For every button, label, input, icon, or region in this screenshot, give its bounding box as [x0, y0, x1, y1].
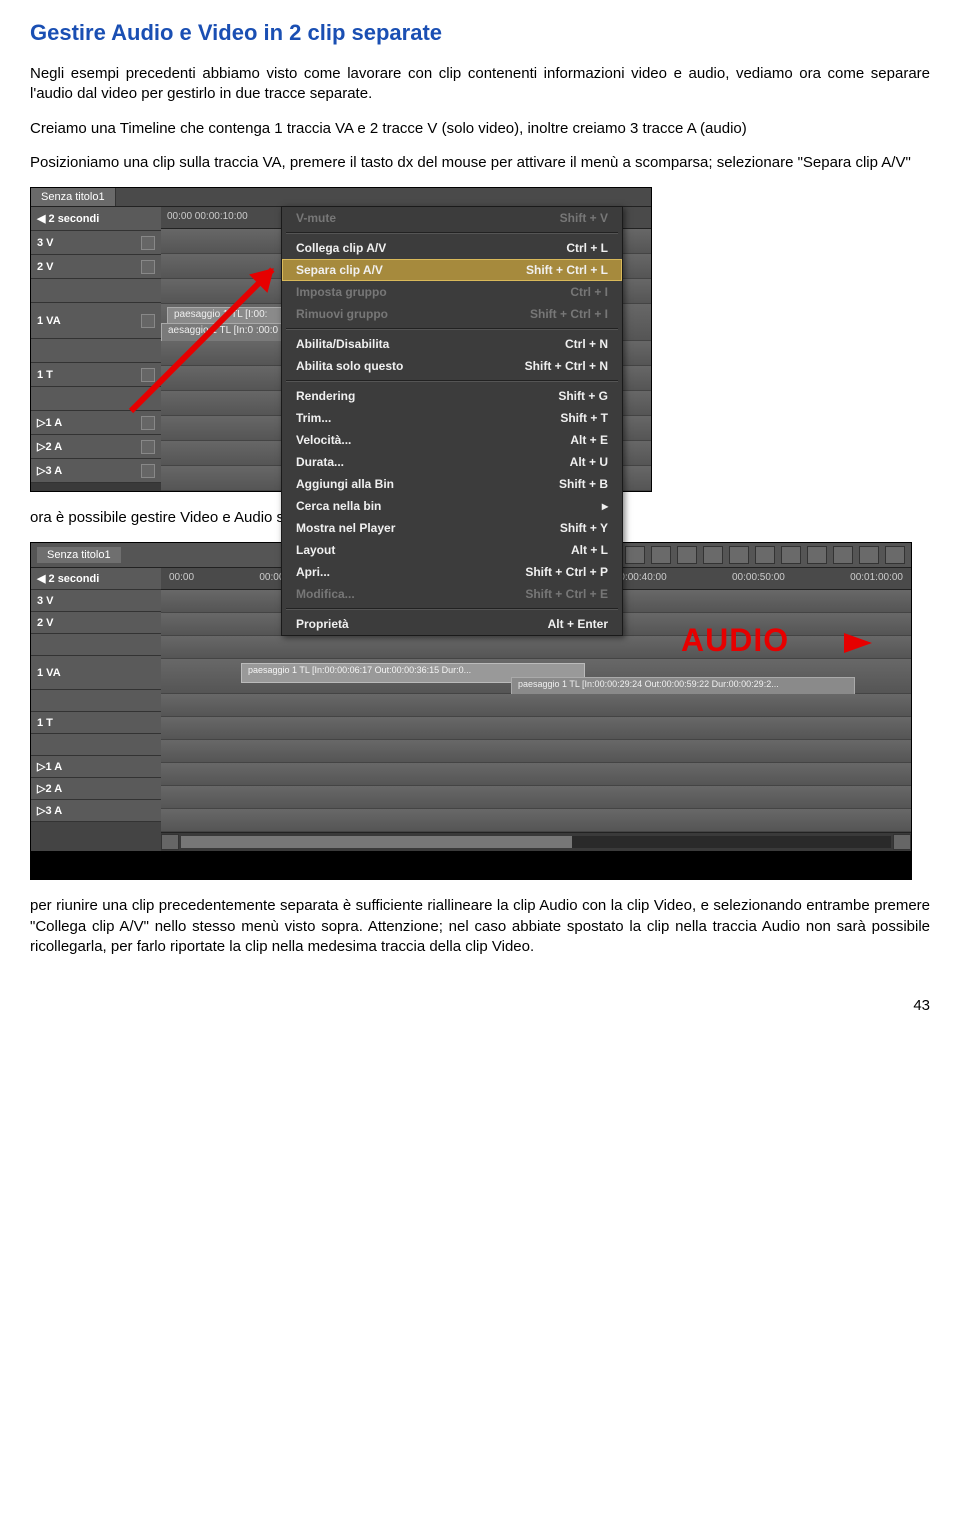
toolbar-button[interactable]: [625, 546, 645, 564]
toolbar-button[interactable]: [807, 546, 827, 564]
horizontal-scrollbar[interactable]: [161, 832, 911, 851]
scroll-thumb[interactable]: [181, 836, 572, 848]
menu-item-mostra-player[interactable]: Mostra nel PlayerShift + Y: [282, 517, 622, 539]
track-row[interactable]: [161, 636, 911, 659]
menu-separator: [286, 608, 618, 610]
paragraph-setup: Creiamo una Timeline che contenga 1 trac…: [30, 119, 930, 139]
track-header[interactable]: 2 V: [31, 255, 161, 279]
track-header[interactable]: [31, 690, 161, 712]
page-number: 43: [30, 997, 930, 1014]
menu-item-trim[interactable]: Trim...Shift + T: [282, 407, 622, 429]
track-header[interactable]: ▷1 A: [31, 411, 161, 435]
track-header[interactable]: ▷2 A: [31, 778, 161, 800]
time-tick: 00:01:00:00: [850, 572, 903, 585]
menu-item-imposta-gruppo[interactable]: Imposta gruppoCtrl + I: [282, 281, 622, 303]
menu-item-vmute[interactable]: V-muteShift + V: [282, 207, 622, 229]
zoom-control[interactable]: ◀ 2 secondi: [31, 568, 161, 590]
toolbar-button[interactable]: [859, 546, 879, 564]
track-header[interactable]: 1 VA: [31, 303, 161, 339]
context-menu: V-muteShift + V Collega clip A/VCtrl + L…: [281, 206, 623, 636]
timeline-footer: [31, 851, 911, 879]
track-header[interactable]: ▷3 A: [31, 800, 161, 822]
page-title: Gestire Audio e Video in 2 clip separate: [30, 20, 930, 46]
zoom-control[interactable]: ◀ 2 secondi: [31, 207, 161, 231]
menu-item-collega[interactable]: Collega clip A/VCtrl + L: [282, 237, 622, 259]
track-header[interactable]: [31, 634, 161, 656]
track-header[interactable]: 3 V: [31, 231, 161, 255]
menu-item-proprieta[interactable]: ProprietàAlt + Enter: [282, 613, 622, 635]
track-row[interactable]: [161, 694, 911, 717]
scroll-left-button[interactable]: [161, 834, 179, 850]
menu-separator: [286, 328, 618, 330]
toolbar-button[interactable]: [885, 546, 905, 564]
menu-item-velocita[interactable]: Velocità...Alt + E: [282, 429, 622, 451]
track-header[interactable]: [31, 339, 161, 363]
lock-icon[interactable]: [141, 416, 155, 430]
paragraph-instruction: Posizioniamo una clip sulla traccia VA, …: [30, 153, 930, 173]
lock-icon[interactable]: [141, 314, 155, 328]
toolbar-button[interactable]: [755, 546, 775, 564]
lock-icon[interactable]: [141, 260, 155, 274]
toolbar-button[interactable]: [651, 546, 671, 564]
menu-item-modifica[interactable]: Modifica...Shift + Ctrl + E: [282, 583, 622, 605]
track-header[interactable]: ▷1 A: [31, 756, 161, 778]
menu-item-rimuovi-gruppo[interactable]: Rimuovi gruppoShift + Ctrl + I: [282, 303, 622, 325]
toolbar-button[interactable]: [781, 546, 801, 564]
track-row[interactable]: [161, 717, 911, 740]
screenshot-context-menu: Senza titolo1 ◀ 2 secondi 3 V 2 V 1 VA 1…: [30, 187, 652, 492]
track-row[interactable]: [161, 740, 911, 763]
menu-item-durata[interactable]: Durata...Alt + U: [282, 451, 622, 473]
paragraph-rejoin: per riunire una clip precedentemente sep…: [30, 896, 930, 957]
track-header[interactable]: [31, 734, 161, 756]
menu-item-separa[interactable]: Separa clip A/VShift + Ctrl + L: [282, 259, 622, 281]
track-row[interactable]: paesaggio 1 TL [In:00:00:06:17 Out:00:00…: [161, 659, 911, 694]
track-header[interactable]: ▷3 A: [31, 459, 161, 483]
menu-item-apri[interactable]: Apri...Shift + Ctrl + P: [282, 561, 622, 583]
track-header[interactable]: 3 V: [31, 590, 161, 612]
menu-separator: [286, 232, 618, 234]
lock-icon[interactable]: [141, 440, 155, 454]
menu-item-layout[interactable]: LayoutAlt + L: [282, 539, 622, 561]
track-header[interactable]: ▷2 A: [31, 435, 161, 459]
time-tick: 00:00:50:00: [732, 572, 785, 585]
menu-item-cerca-bin[interactable]: Cerca nella bin▸: [282, 495, 622, 517]
paragraph-intro: Negli esempi precedenti abbiamo visto co…: [30, 64, 930, 105]
menu-separator: [286, 380, 618, 382]
track-row[interactable]: [161, 786, 911, 809]
toolbar-button[interactable]: [677, 546, 697, 564]
timeline-tab[interactable]: Senza titolo1: [37, 547, 121, 563]
lock-icon[interactable]: [141, 368, 155, 382]
timeline-tab[interactable]: Senza titolo1: [31, 188, 116, 206]
toolbar-button[interactable]: [833, 546, 853, 564]
track-row[interactable]: [161, 809, 911, 832]
menu-item-rendering[interactable]: RenderingShift + G: [282, 385, 622, 407]
menu-item-abilita[interactable]: Abilita/DisabilitaCtrl + N: [282, 333, 622, 355]
menu-item-abilita-solo[interactable]: Abilita solo questoShift + Ctrl + N: [282, 355, 622, 377]
track-header[interactable]: 1 T: [31, 712, 161, 734]
track-header[interactable]: 1 T: [31, 363, 161, 387]
track-header[interactable]: [31, 279, 161, 303]
time-tick: 00:00: [169, 572, 194, 585]
toolbar-button[interactable]: [729, 546, 749, 564]
scroll-right-button[interactable]: [893, 834, 911, 850]
lock-icon[interactable]: [141, 236, 155, 250]
toolbar-button[interactable]: [703, 546, 723, 564]
track-row[interactable]: [161, 763, 911, 786]
zoom-label: ◀ 2 secondi: [37, 212, 155, 225]
menu-item-aggiungi-bin[interactable]: Aggiungi alla BinShift + B: [282, 473, 622, 495]
track-header[interactable]: 1 VA: [31, 656, 161, 690]
lock-icon[interactable]: [141, 464, 155, 478]
track-header[interactable]: 2 V: [31, 612, 161, 634]
